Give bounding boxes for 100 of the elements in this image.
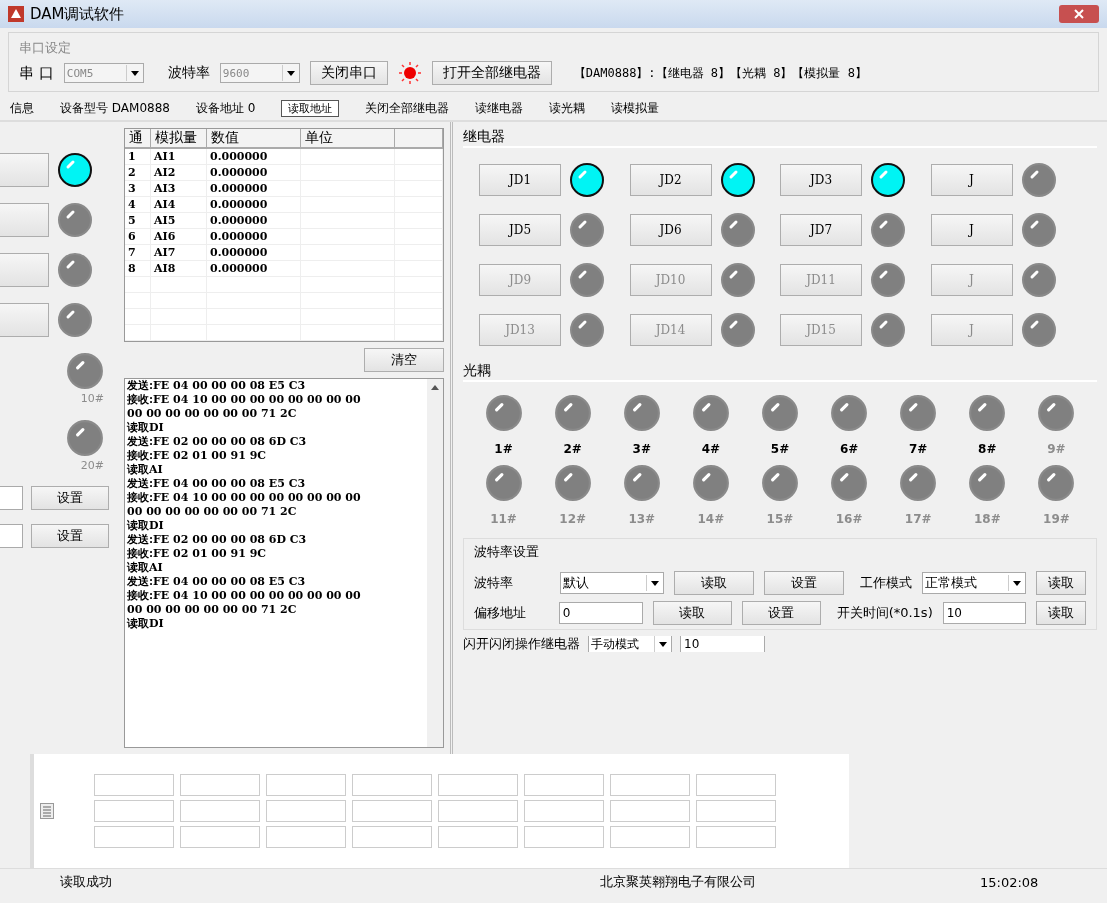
input-field[interactable] [352,826,432,848]
toolbar-label: 设备地址 0 [195,99,256,117]
section-title: 光耦 [463,362,1097,382]
relay-button[interactable]: JD1 [479,164,561,196]
input-field[interactable] [524,826,604,848]
status-text: 北京聚英翱翔电子有限公司 [600,873,757,891]
column-header: 通 [125,129,151,149]
table-cell: 0.000000 [207,197,301,213]
read-button[interactable]: 读取 [1036,601,1086,625]
input-field[interactable] [610,800,690,822]
table-cell [125,277,151,293]
table-cell: 3 [125,181,151,197]
relay-button[interactable]: JD7 [780,214,862,246]
set-button[interactable]: 设置 [31,524,109,548]
set-button[interactable]: 设置 [764,571,844,595]
dropdown-field[interactable]: 正常模式 [922,572,1026,594]
table-cell [395,325,443,341]
relay-button[interactable] [0,203,49,237]
input-field[interactable] [94,800,174,822]
optocoupler-label: 14# [697,512,725,526]
input-field[interactable] [180,826,260,848]
log-line: 读取DI [127,421,165,435]
relay-button[interactable] [0,303,49,337]
table-cell [395,277,443,293]
read-button[interactable]: 读取 [674,571,754,595]
table-cell [125,293,151,309]
relay-button[interactable]: JD3 [780,164,862,196]
dropdown-arrow-icon [651,580,659,586]
scroll-up-icon[interactable] [431,385,439,390]
section-title: 继电器 [463,128,1097,148]
input-field[interactable] [696,774,776,796]
input-field[interactable] [610,774,690,796]
table-cell: 0.000000 [207,213,301,229]
dropdown-field[interactable]: 默认 [560,572,664,594]
relay-button[interactable]: JD2 [629,164,712,196]
input-field[interactable] [524,774,604,796]
table-cell [395,149,443,165]
input-field[interactable] [610,826,690,848]
table-cell: 0.000000 [207,245,301,261]
set-button[interactable]: 设置 [31,486,109,510]
optocoupler-label: 19# [1043,512,1070,526]
input-field[interactable] [352,774,432,796]
table-cell [395,245,443,261]
optocoupler-label: 16# [835,512,863,526]
input-field[interactable] [524,800,604,822]
log-line: 读取DI [127,519,165,533]
relay-button[interactable]: JD5 [479,214,561,246]
toolbar-label: 读模拟量 [611,99,660,117]
table-cell: AI6 [151,229,207,245]
input-field[interactable]: 10 [942,602,1027,624]
input-field[interactable] [438,800,518,822]
input-field[interactable] [180,774,260,796]
relay-button[interactable]: J [930,214,1013,246]
input-field[interactable] [94,826,174,848]
table-cell [395,213,443,229]
status-text: 读取成功 [60,873,113,891]
table-cell: 8 [125,261,151,277]
input-field[interactable] [352,800,432,822]
toolbar-button[interactable]: 读取地址 [281,99,340,117]
table-cell: 0.000000 [207,165,301,181]
input-field[interactable]: 10 [680,636,765,652]
read-button[interactable]: 读取 [1036,571,1086,595]
input-field[interactable]: 0 [558,602,643,624]
table-cell: 2 [125,165,151,181]
input-field[interactable] [438,826,518,848]
log-line: 接收:FE 04 10 00 00 00 00 00 00 00 00 [127,589,362,603]
table-cell: 6 [125,229,151,245]
log-line: 读取DI [127,617,165,631]
toolbar-label: 读光耦 [549,99,586,117]
close-port-button[interactable]: 关闭串口 [309,61,388,85]
open-all-relays-button[interactable]: 打开全部继电器 [431,61,552,85]
input-field[interactable] [0,486,23,510]
table-cell: 0.000000 [207,261,301,277]
lamp-label: 10# [80,392,104,405]
input-field[interactable] [0,524,23,548]
clear-button[interactable]: 清空 [364,348,444,372]
input-field[interactable] [180,800,260,822]
relay-button[interactable]: J [930,164,1013,196]
table-cell [395,181,443,197]
set-button[interactable]: 设置 [741,601,821,625]
table-cell: 4 [125,197,151,213]
toolbar-label: 关闭全部继电器 [365,99,450,117]
relay-button[interactable] [0,153,49,187]
input-field[interactable] [696,800,776,822]
input-field[interactable] [438,774,518,796]
input-field[interactable] [94,774,174,796]
input-field[interactable] [266,800,346,822]
input-field[interactable] [266,826,346,848]
log-line: 读取AI [127,561,164,575]
input-field[interactable] [266,774,346,796]
table-cell: AI3 [151,181,207,197]
log-line: 发送:FE 02 00 00 00 08 6D C3 [127,435,308,449]
relay-button[interactable] [0,253,49,287]
optocoupler-label: 11# [490,512,517,526]
close-button[interactable] [1059,5,1099,23]
relay-button[interactable]: JD6 [629,214,712,246]
table-cell: 0.000000 [207,149,301,165]
dropdown-field[interactable]: 手动模式 [588,636,672,652]
input-field[interactable] [696,826,776,848]
read-button[interactable]: 读取 [652,601,732,625]
